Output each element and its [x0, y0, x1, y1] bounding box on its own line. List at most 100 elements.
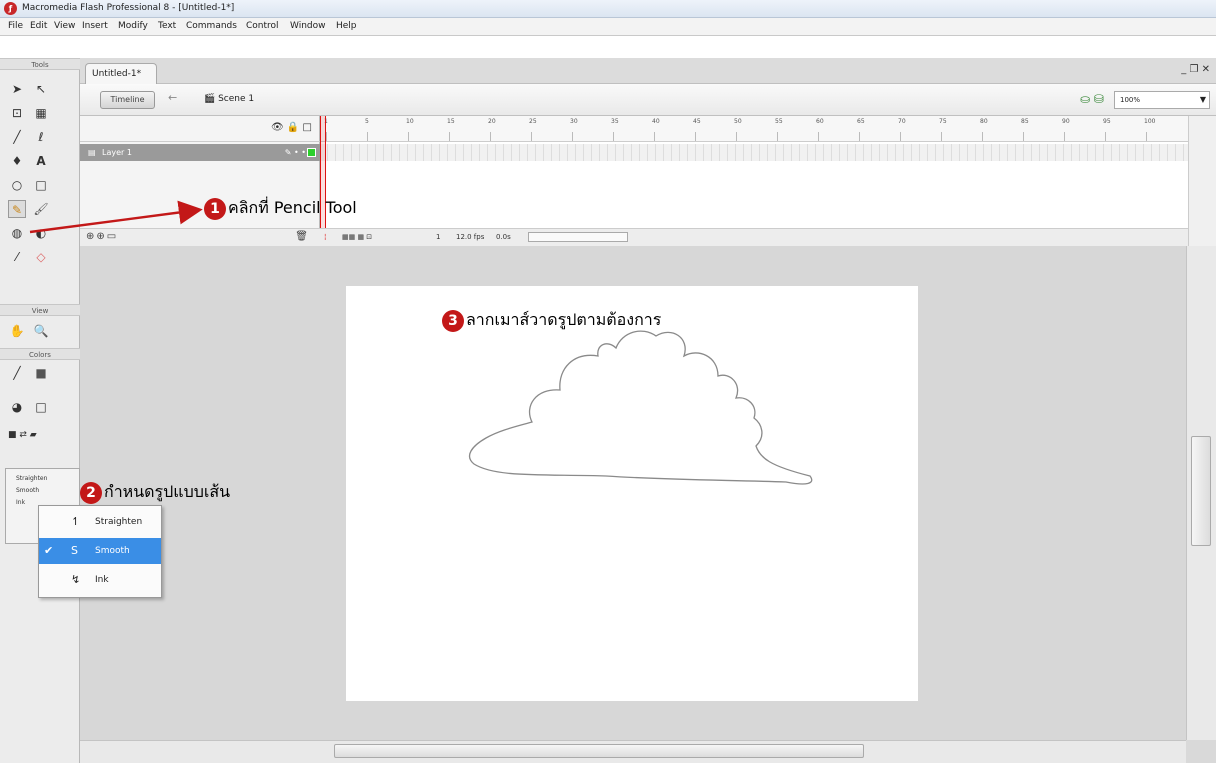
ruler-tick-label: 60 [816, 118, 824, 125]
step-2-text: กำหนดรูปแบบเส้น [104, 482, 231, 501]
rectangle-tool-icon[interactable]: □ [32, 176, 50, 194]
menu-control[interactable]: Control [246, 21, 279, 31]
ruler-tick-label: 65 [857, 118, 865, 125]
menu-help[interactable]: Help [336, 21, 357, 31]
layer-controls[interactable]: ✎ • • [285, 144, 306, 161]
vscroll-thumb[interactable] [1191, 436, 1211, 546]
ruler-tick-mark [1064, 132, 1065, 141]
layer-row[interactable]: ▤ Layer 1 ✎ • • [80, 144, 320, 161]
ruler-tick-label: 95 [1103, 118, 1111, 125]
fill-color-icon[interactable]: ◕ [8, 398, 26, 416]
menu-window[interactable]: Window [290, 21, 326, 31]
document-tab[interactable]: Untitled-1* [85, 63, 157, 84]
title-bar: ƒ Macromedia Flash Professional 8 - [Unt… [0, 0, 1216, 18]
scene-label: Scene 1 [218, 94, 255, 104]
line-tool-icon[interactable]: ╱ [8, 128, 26, 146]
layer-footer: ⊕⊕▭ 🗑 [80, 228, 320, 246]
menu-commands[interactable]: Commands [186, 21, 237, 31]
layer-header-icons[interactable]: 👁 🔒 □ [271, 122, 312, 133]
ruler-tick-mark [695, 132, 696, 141]
ruler-tick-label: 55 [775, 118, 783, 125]
ruler-tick-label: 40 [652, 118, 660, 125]
smooth-icon: S [71, 544, 78, 557]
pencil-mode-menu: ↿ Straighten ✔ S Smooth ↯ Ink [38, 505, 162, 598]
eyedropper-tool-icon[interactable]: ⁄ [8, 248, 26, 266]
subselection-tool-icon[interactable]: ↖ [32, 80, 50, 98]
pencil-tool-icon[interactable]: ✎ [8, 200, 26, 218]
window-controls[interactable]: _ ❐ ✕ [1181, 64, 1210, 75]
stage-horizontal-scrollbar[interactable] [80, 740, 1186, 763]
fill-transform-tool-icon[interactable]: ▦ [32, 104, 50, 122]
chevron-down-icon: ▼ [1199, 95, 1206, 104]
hscroll-thumb[interactable] [334, 744, 864, 758]
ruler-tick-label: 10 [406, 118, 414, 125]
flyout-smooth[interactable]: Smooth [16, 487, 39, 494]
ruler-tick-mark [1146, 132, 1147, 141]
lasso-tool-icon[interactable]: ℓ [32, 128, 50, 146]
onion-skin-icons[interactable]: ▦▦ ▦ ⊡ [342, 233, 372, 241]
color-options-icon[interactable]: ■ ⇄ ▰ [8, 426, 68, 444]
menu-item-smooth[interactable]: ✔ S Smooth [39, 538, 161, 564]
center-frame-icon[interactable]: ¦ [324, 233, 326, 241]
timeline-toggle-button[interactable]: Timeline [100, 91, 155, 109]
menu-modify[interactable]: Modify [118, 21, 148, 31]
menu-insert[interactable]: Insert [82, 21, 108, 31]
menu-file[interactable]: File [8, 21, 23, 31]
ruler-tick-mark [572, 132, 573, 141]
ruler-tick-label: 5 [365, 118, 369, 125]
ruler-tick-mark [490, 132, 491, 141]
pen-tool-icon[interactable]: ♦ [8, 152, 26, 170]
back-arrow-icon[interactable]: ← [168, 91, 177, 104]
menu-item-straighten[interactable]: ↿ Straighten [39, 509, 161, 535]
menu-text[interactable]: Text [158, 21, 176, 31]
ink-icon: ↯ [71, 573, 81, 586]
selection-tool-icon[interactable]: ➤ [8, 80, 26, 98]
ruler-tick-mark [654, 132, 655, 141]
menu-edit[interactable]: Edit [30, 21, 47, 31]
menu-view[interactable]: View [54, 21, 75, 31]
ruler-tick-label: 75 [939, 118, 947, 125]
step-2-badge: 2 [80, 481, 102, 504]
zoom-tool-icon[interactable]: 🔍 [32, 322, 50, 340]
eraser-tool-icon[interactable]: ◇ [32, 248, 50, 266]
annotation-step-3: 3 ลากเมาส์วาดรูปตามต้องการ [442, 308, 661, 333]
scene-breadcrumb[interactable]: 🎬 Scene 1 [204, 94, 254, 104]
ruler-tick-mark [859, 132, 860, 141]
view-header: View [0, 304, 80, 316]
free-transform-tool-icon[interactable]: ⊡ [8, 104, 26, 122]
oval-tool-icon[interactable]: ○ [8, 176, 26, 194]
stroke-swatch-icon[interactable]: ■ [32, 364, 50, 382]
ink-bottle-tool-icon[interactable]: ◍ [8, 224, 26, 242]
ruler-tick-mark [408, 132, 409, 141]
text-tool-icon[interactable]: A [32, 152, 50, 170]
hand-tool-icon[interactable]: ✋ [8, 322, 26, 340]
ruler-tick-label: 90 [1062, 118, 1070, 125]
menu-item-ink[interactable]: ↯ Ink [39, 567, 161, 593]
zoom-select[interactable]: 100% ▼ [1114, 91, 1210, 109]
frame-rate: 12.0 fps [456, 233, 485, 241]
timeline-hscroll[interactable] [528, 232, 628, 242]
ruler-tick-label: 80 [980, 118, 988, 125]
frames-row[interactable] [320, 144, 1188, 161]
frame-ruler: 1 5 10 15 20 25 30 35 40 45 50 55 60 65 70 75 80 85 90 95 10… [320, 116, 1188, 142]
ruler-tick-label: 20 [488, 118, 496, 125]
brush-tool-icon[interactable]: 🖌 [32, 200, 50, 218]
window-title: Macromedia Flash Professional 8 - [Untit… [22, 3, 235, 13]
flyout-ink[interactable]: Ink [16, 499, 25, 506]
layer-footer-icons[interactable]: ⊕⊕▭ [86, 231, 118, 242]
fill-swatch-icon[interactable]: □ [32, 398, 50, 416]
edit-scene-symbol-icons[interactable]: ⛀ ⛁ [1080, 92, 1104, 106]
ink-label: Ink [95, 575, 109, 585]
stroke-color-icon[interactable]: ╱ [8, 364, 26, 382]
trash-icon[interactable]: 🗑 [295, 231, 308, 242]
zoom-value: 100% [1120, 96, 1141, 104]
tools-panel: Tools ➤ ↖ ⊡ ▦ ╱ ℓ ♦ A ○ □ ✎ 🖌 ◍ ◐ ⁄ ◇ Vi… [0, 58, 80, 763]
layer-outline-color[interactable] [307, 148, 316, 157]
ruler-tick-mark [900, 132, 901, 141]
paint-bucket-tool-icon[interactable]: ◐ [32, 224, 50, 242]
timeline-scrollbar[interactable] [1188, 116, 1216, 246]
stage-vertical-scrollbar[interactable] [1186, 246, 1216, 740]
stage[interactable] [346, 286, 918, 701]
scene-icon: 🎬 [204, 94, 216, 104]
flyout-straighten[interactable]: Straighten [16, 475, 47, 482]
